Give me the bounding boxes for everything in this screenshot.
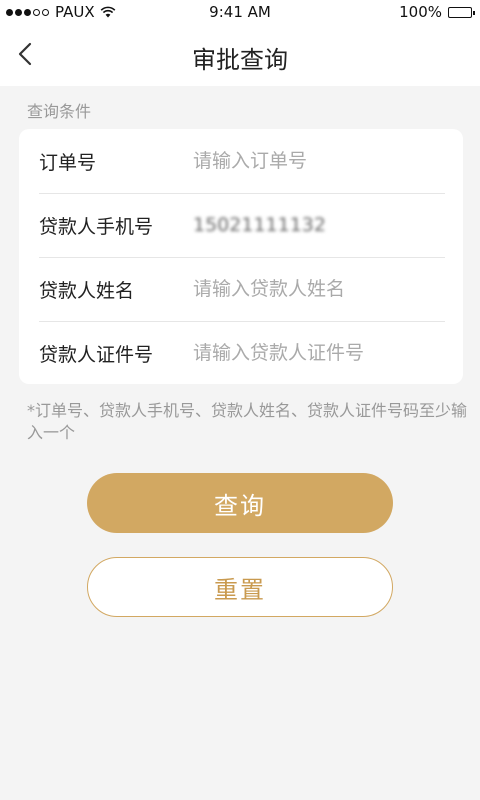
page-title: 审批查询 xyxy=(192,46,288,74)
order-number-row: 订单号 xyxy=(39,129,445,193)
query-button[interactable]: 查询 xyxy=(87,473,393,533)
name-label: 贷款人姓名 xyxy=(39,279,135,302)
reset-button[interactable]: 重置 xyxy=(87,557,393,617)
section-label: 查询条件 xyxy=(27,102,92,121)
name-row: 贷款人姓名 xyxy=(39,257,445,321)
battery-percent: 100% xyxy=(399,3,442,21)
form-hint: *订单号、贷款人手机号、贷款人姓名、贷款人证件号码至少输入一个 xyxy=(27,401,468,442)
phone-label: 贷款人手机号 xyxy=(39,215,154,238)
id-number-input[interactable] xyxy=(193,342,445,364)
name-input[interactable] xyxy=(193,278,445,300)
status-right: 100% xyxy=(399,3,475,21)
nav-bar: 审批查询 xyxy=(0,24,480,86)
battery-icon xyxy=(448,6,475,18)
query-form-card: 订单号 贷款人手机号 贷款人姓名 贷款人证件号 xyxy=(19,129,463,384)
order-number-input[interactable] xyxy=(193,150,445,172)
phone-input[interactable] xyxy=(193,214,445,236)
order-number-label: 订单号 xyxy=(39,151,97,174)
id-number-row: 贷款人证件号 xyxy=(39,321,445,385)
phone-row: 贷款人手机号 xyxy=(39,193,445,257)
id-number-label: 贷款人证件号 xyxy=(39,343,154,366)
status-bar: PAUX 9:41 AM 100% xyxy=(0,0,480,24)
